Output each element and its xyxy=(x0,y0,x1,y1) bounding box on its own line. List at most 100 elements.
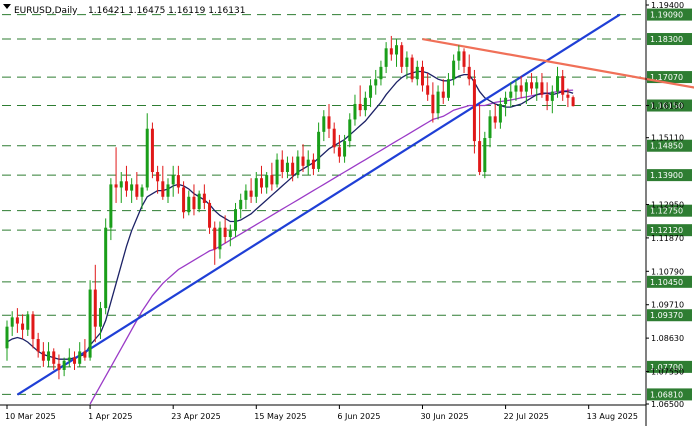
level-price-label: 1.19090 xyxy=(650,11,683,20)
candle-body xyxy=(150,128,154,173)
candle-body xyxy=(550,91,554,101)
time-tick-label: 6 Jun 2025 xyxy=(337,412,380,421)
time-tick-label: 10 Mar 2025 xyxy=(5,412,56,421)
candle-body xyxy=(280,159,284,173)
level-price-label: 1.14850 xyxy=(650,142,683,151)
candle-body xyxy=(78,351,82,364)
candle-body xyxy=(426,85,430,95)
candle-body xyxy=(176,175,180,188)
candle-body xyxy=(504,97,508,104)
candle-body xyxy=(104,227,108,309)
candle-body xyxy=(384,48,388,67)
candle-body xyxy=(285,162,289,173)
symbol-label: EURUSD,Daily xyxy=(14,6,78,16)
level-price-label: 1.09370 xyxy=(650,311,683,320)
candle-body xyxy=(311,159,315,169)
candle-body xyxy=(93,289,97,327)
candle-body xyxy=(332,128,336,148)
candle-body xyxy=(275,159,279,185)
candle-body xyxy=(88,289,92,358)
candle-body xyxy=(374,79,378,86)
price-tick-label: 1.16150 xyxy=(651,102,684,111)
candle-body xyxy=(171,175,175,185)
price-tick-label: 1.06500 xyxy=(651,400,684,409)
candle-body xyxy=(47,351,51,361)
candle-body xyxy=(15,317,19,324)
price-tick-label: 1.09710 xyxy=(651,301,684,310)
candle-body xyxy=(472,79,476,142)
candle-body xyxy=(57,363,61,370)
candle-body xyxy=(519,85,523,92)
candle-body xyxy=(265,175,269,188)
candle-body xyxy=(446,79,450,98)
candle-body xyxy=(478,141,482,173)
candle-body xyxy=(540,82,544,95)
candle-body xyxy=(415,66,419,80)
price-tick-label: 1.08630 xyxy=(651,334,684,343)
candle-body xyxy=(145,128,149,188)
candle-body xyxy=(119,181,123,188)
candle-body xyxy=(213,227,217,250)
candle-body xyxy=(379,66,383,80)
candle-body xyxy=(405,57,409,67)
candle-body xyxy=(234,209,238,231)
candle-body xyxy=(254,178,258,197)
candle-body xyxy=(291,162,295,176)
candle-body xyxy=(67,357,71,361)
candle-body xyxy=(457,51,461,61)
candle-body xyxy=(98,308,102,327)
price-tick-label: 1.10790 xyxy=(651,267,684,276)
time-tick-label: 15 May 2025 xyxy=(254,412,306,421)
time-tick-label: 13 Aug 2025 xyxy=(587,412,638,421)
candle-body xyxy=(317,131,321,169)
level-price-label: 1.18300 xyxy=(650,35,683,44)
level-price-label: 1.10450 xyxy=(650,278,683,287)
candle-body xyxy=(431,94,435,114)
candle-body xyxy=(556,76,560,92)
candle-body xyxy=(62,360,66,370)
candle-body xyxy=(218,227,222,250)
chart-background xyxy=(0,0,694,426)
candle-body xyxy=(140,187,144,197)
ohlc-readout: 1.16421 1.16475 1.16119 1.16131 xyxy=(88,6,245,16)
price-chart[interactable]: 1.190901.183001.170701.161501.148501.139… xyxy=(0,0,694,426)
candle-body xyxy=(21,323,25,330)
candle-body xyxy=(337,147,341,157)
candle-body xyxy=(327,116,331,129)
candle-body xyxy=(223,227,227,237)
candle-body xyxy=(400,45,404,67)
time-tick-label: 23 Apr 2025 xyxy=(171,412,220,421)
candle-body xyxy=(5,326,9,349)
candle-body xyxy=(259,178,263,188)
candle-body xyxy=(187,196,191,213)
candle-body xyxy=(114,184,118,188)
candle-body xyxy=(249,190,253,197)
level-price-label: 1.06810 xyxy=(650,390,683,399)
candle-body xyxy=(389,48,393,55)
time-tick-label: 30 Jun 2025 xyxy=(420,412,468,421)
price-tick-label: 1.19400 xyxy=(651,1,684,10)
candle-body xyxy=(239,199,243,210)
candle-body xyxy=(410,57,414,80)
candle-body xyxy=(197,193,201,210)
candle-body xyxy=(244,190,248,200)
candle-body xyxy=(348,119,352,142)
candle-body xyxy=(420,66,424,86)
candle-body xyxy=(353,103,357,120)
candle-body xyxy=(441,91,445,98)
time-tick-label: 22 Jul 2025 xyxy=(504,412,549,421)
candle-body xyxy=(202,193,206,203)
candle-body xyxy=(369,85,373,98)
price-tick-label: 1.12950 xyxy=(651,201,684,210)
candle-body xyxy=(535,82,539,89)
price-tick-label: 1.15110 xyxy=(651,134,684,143)
candle-body xyxy=(182,187,186,213)
candle-body xyxy=(161,181,165,197)
candle-body xyxy=(498,103,502,123)
candle-body xyxy=(26,314,30,330)
candle-body xyxy=(493,116,497,123)
candle-body xyxy=(363,97,367,111)
candle-body xyxy=(124,181,128,191)
chart-header: EURUSD,Daily 1.16421 1.16475 1.16119 1.1… xyxy=(3,4,245,16)
candle-body xyxy=(36,339,40,352)
